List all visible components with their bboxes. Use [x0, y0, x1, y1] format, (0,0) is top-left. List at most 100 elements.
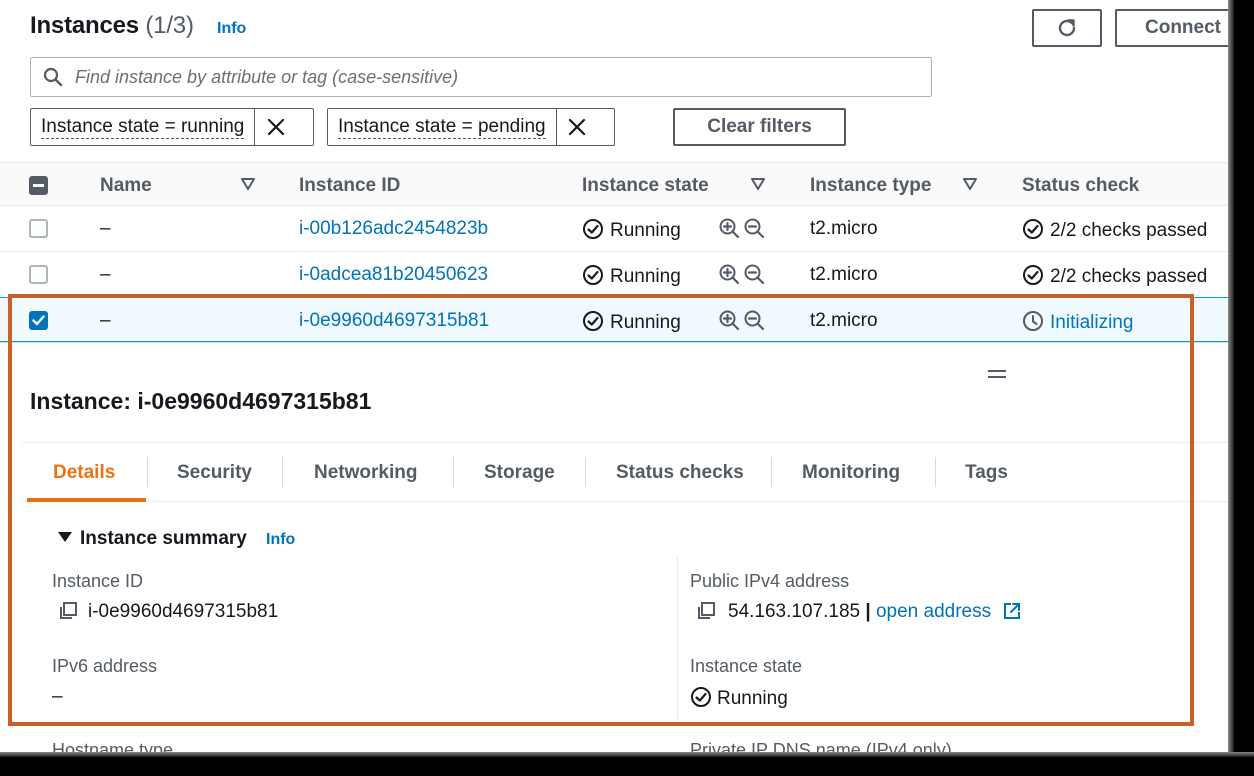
- tab-monitoring[interactable]: Monitoring: [802, 462, 900, 484]
- instance-state: Running: [582, 218, 681, 242]
- tab-separator: [771, 457, 772, 487]
- tab-security[interactable]: Security: [177, 462, 252, 484]
- tab-details[interactable]: Details: [53, 462, 115, 484]
- table-row[interactable]: – i-0adcea81b20450623 Running t2.micro 2…: [0, 252, 1228, 298]
- private-dns-label: Private IP DNS name (IPv4 only): [690, 740, 952, 752]
- sort-down-icon[interactable]: [241, 178, 255, 190]
- detail-tabs: Details Security Networking Storage Stat…: [22, 442, 1228, 502]
- remove-filter-button[interactable]: [254, 109, 296, 145]
- instance-type: t2.micro: [810, 264, 878, 285]
- tab-separator: [453, 457, 454, 487]
- public-ipv4-label: Public IPv4 address: [690, 571, 850, 591]
- window-shadow-right: [1228, 0, 1254, 776]
- search-input[interactable]: [75, 66, 931, 88]
- hostname-type-label: Hostname type: [52, 740, 174, 752]
- external-link-icon[interactable]: [1002, 601, 1022, 621]
- search-icon: [31, 67, 75, 87]
- tab-storage[interactable]: Storage: [484, 462, 555, 484]
- zoom-in-icon[interactable]: [719, 218, 740, 239]
- detail-title: Instance: i-0e9960d4697315b81: [30, 388, 372, 414]
- instance-state-label: Instance state: [690, 656, 803, 676]
- instance-id-link[interactable]: i-0e9960d4697315b81: [299, 310, 489, 332]
- row-checkbox[interactable]: [29, 265, 48, 284]
- split-panel-divider[interactable]: [0, 342, 1228, 362]
- connect-button[interactable]: Connect: [1115, 9, 1228, 47]
- public-ipv4-value: 54.163.107.185 | open address: [696, 601, 1028, 623]
- table-row[interactable]: – i-00b126adc2454823b Running t2.micro 2…: [0, 206, 1228, 252]
- open-address-link[interactable]: open address: [876, 601, 991, 622]
- header-info-link[interactable]: Info: [217, 20, 246, 38]
- status-check: 2/2 checks passed: [1022, 264, 1207, 288]
- check-circle-icon: [691, 687, 711, 707]
- select-all-checkbox[interactable]: [29, 176, 48, 195]
- clear-filters-button[interactable]: Clear filters: [673, 108, 846, 146]
- instance-name: –: [100, 218, 111, 239]
- zoom-in-icon[interactable]: [719, 264, 740, 285]
- page-title: Instances (1/3): [30, 12, 194, 40]
- sort-down-icon[interactable]: [751, 178, 765, 190]
- close-icon: [267, 118, 284, 136]
- check-circle-icon: [583, 265, 603, 285]
- column-header-name[interactable]: Name: [100, 175, 152, 197]
- clock-icon: [1023, 311, 1043, 331]
- summary-info-link[interactable]: Info: [266, 531, 295, 549]
- status-check: Initializing: [1022, 310, 1133, 334]
- tab-networking[interactable]: Networking: [314, 462, 417, 484]
- instance-state: Running: [582, 310, 681, 334]
- column-header-instance-id[interactable]: Instance ID: [299, 175, 400, 197]
- zoom-out-icon[interactable]: [744, 310, 765, 331]
- instance-summary-toggle[interactable]: Instance summary: [58, 528, 247, 550]
- instance-type: t2.micro: [810, 310, 878, 331]
- ec2-instances-page: Instances (1/3) Info Connect Instance st…: [0, 0, 1228, 752]
- zoom-out-icon[interactable]: [744, 218, 765, 239]
- refresh-icon: [1058, 19, 1076, 37]
- page-title-text: Instances: [30, 12, 139, 39]
- search-bar[interactable]: [30, 57, 932, 97]
- zoom-controls: [719, 218, 765, 244]
- close-icon: [568, 118, 586, 136]
- tab-separator: [282, 457, 283, 487]
- zoom-controls: [719, 264, 765, 290]
- zoom-out-icon[interactable]: [744, 264, 765, 285]
- check-circle-icon: [1023, 219, 1043, 239]
- instance-id-link[interactable]: i-0adcea81b20450623: [299, 264, 488, 286]
- check-circle-icon: [1023, 265, 1043, 285]
- instance-id-link[interactable]: i-00b126adc2454823b: [299, 218, 488, 240]
- ipv6-label: IPv6 address: [52, 656, 158, 676]
- tab-separator: [585, 457, 586, 487]
- column-header-instance-type[interactable]: Instance type: [810, 175, 931, 197]
- window-shadow-bottom: [0, 752, 1254, 776]
- zoom-in-icon[interactable]: [719, 310, 740, 331]
- status-check: 2/2 checks passed: [1022, 218, 1207, 242]
- tab-separator: [935, 457, 936, 487]
- zoom-controls: [719, 310, 765, 336]
- filter-token-pending: Instance state = pending: [327, 108, 615, 146]
- tab-tags[interactable]: Tags: [965, 462, 1008, 484]
- instance-type: t2.micro: [810, 218, 878, 239]
- copy-icon[interactable]: [696, 601, 716, 621]
- instance-count: (1/3): [145, 12, 194, 39]
- row-checkbox[interactable]: [29, 219, 48, 238]
- instance-id-value: i-0e9960d4697315b81: [58, 601, 278, 623]
- drag-handle-icon[interactable]: [988, 370, 1006, 380]
- table-row-selected[interactable]: – i-0e9960d4697315b81 Running t2.micro I…: [0, 297, 1228, 343]
- instance-id-label: Instance ID: [52, 571, 144, 591]
- filter-token-label[interactable]: Instance state = running: [31, 109, 254, 145]
- tab-separator: [147, 457, 148, 487]
- column-header-instance-state[interactable]: Instance state: [582, 175, 709, 197]
- filter-token-label[interactable]: Instance state = pending: [328, 109, 556, 145]
- tab-status-checks[interactable]: Status checks: [616, 462, 744, 484]
- instance-name: –: [100, 264, 111, 285]
- refresh-button[interactable]: [1032, 9, 1102, 47]
- filter-token-running: Instance state = running: [30, 108, 314, 146]
- instance-name: –: [100, 310, 111, 331]
- remove-filter-button[interactable]: [555, 109, 598, 145]
- column-divider: [677, 555, 678, 725]
- column-header-status-check[interactable]: Status check: [1022, 175, 1139, 197]
- sort-down-icon[interactable]: [963, 178, 977, 190]
- instance-state-value: Running: [690, 686, 788, 710]
- value-separator: |: [865, 601, 871, 622]
- instance-state: Running: [582, 264, 681, 288]
- copy-icon[interactable]: [58, 601, 78, 621]
- row-checkbox-checked[interactable]: [29, 311, 48, 330]
